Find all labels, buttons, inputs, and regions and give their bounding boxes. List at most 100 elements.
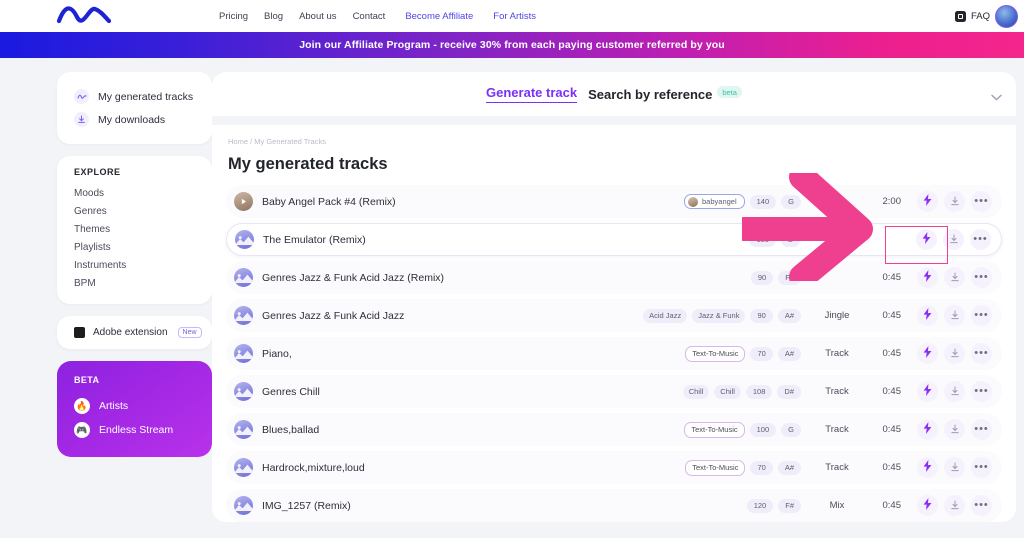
track-duration: 0:45 [882,386,902,397]
track-tag[interactable]: Chill [714,384,741,399]
more-options-button[interactable]: ••• [971,495,992,516]
track-tag[interactable]: 70 [750,460,773,475]
wave-avatar[interactable] [234,268,253,287]
extend-bolt-button[interactable] [917,495,938,516]
track-row[interactable]: The Emulator (Remix) 180 B ••• [226,223,1002,256]
nav-link-contact[interactable]: Contact [353,11,386,22]
extend-bolt-button[interactable] [917,457,938,478]
more-options-button[interactable]: ••• [971,191,992,212]
download-button[interactable] [944,381,965,402]
wave-avatar[interactable] [234,344,253,363]
extend-bolt-button[interactable] [917,191,938,212]
nav-link-pricing[interactable]: Pricing [219,11,248,22]
more-options-button[interactable]: ••• [971,267,992,288]
extend-bolt-button[interactable] [917,305,938,326]
faq-icon[interactable] [954,10,966,22]
track-tag[interactable]: A# [777,346,801,361]
tab-search-by-reference[interactable]: Search by reference [588,87,712,102]
sidebar-item-my-generated-tracks[interactable]: My generated tracks [57,85,212,108]
download-button[interactable] [944,305,965,326]
faq-label[interactable]: FAQ [971,11,990,22]
play-avatar[interactable] [234,192,253,211]
nav-link-become-affiliate[interactable]: Become Affiliate [405,11,473,22]
sidebar-item-bpm[interactable]: BPM [57,274,212,292]
sidebar-item-artists[interactable]: 🔥 Artists [57,394,212,418]
wave-avatar[interactable] [235,230,254,249]
track-tag[interactable]: 70 [750,346,773,361]
sidebar-item-adobe-extension[interactable]: Adobe extension New [57,327,212,338]
sidebar-item-moods[interactable]: Moods [57,184,212,202]
track-tag[interactable]: 90 [750,270,774,285]
download-button[interactable] [944,343,965,364]
track-tag[interactable]: D# [777,384,801,399]
wave-avatar[interactable] [234,382,253,401]
wave-avatar[interactable] [234,420,253,439]
track-row[interactable]: Piano, Text-To-Music 70 A# Track 0:45 ••• [226,337,1002,370]
track-tag[interactable]: 108 [745,384,773,399]
tab-generate-track[interactable]: Generate track [486,85,578,103]
download-button[interactable] [944,457,965,478]
extend-bolt-button[interactable] [916,229,937,250]
sidebar-item-playlists[interactable]: Playlists [57,238,212,256]
track-tag[interactable]: Text-To-Music [685,459,746,476]
track-tag[interactable]: Acid Jazz [643,308,688,323]
more-options-button[interactable]: ••• [971,343,992,364]
track-row[interactable]: Genres Chill Chill Chill 108 D# Track 0:45 ••• [226,375,1002,408]
wave-avatar[interactable] [234,458,253,477]
track-tag[interactable]: Chill [682,384,710,399]
sidebar-item-genres[interactable]: Genres [57,202,212,220]
download-button[interactable] [943,229,964,250]
track-tag[interactable]: G [781,194,801,209]
track-row[interactable]: Baby Angel Pack #4 (Remix) babyangel 140 G 2… [226,185,1002,218]
download-button[interactable] [944,267,965,288]
affiliate-banner[interactable]: Join our Affiliate Program - receive 30%… [0,32,1024,58]
track-tag[interactable]: 90 [750,308,773,323]
sidebar-item-instruments[interactable]: Instruments [57,256,212,274]
beta-badge: beta [717,86,742,98]
nav-link-blog[interactable]: Blog [264,11,283,22]
track-tag[interactable]: 120 [746,498,774,513]
track-row[interactable]: Genres Jazz & Funk Acid Jazz Acid Jazz Jaz… [226,299,1002,332]
track-tag[interactable]: G [781,422,801,437]
extend-bolt-button[interactable] [917,381,938,402]
wave-avatar[interactable] [234,306,253,325]
more-options-button[interactable]: ••• [971,419,992,440]
more-options-button[interactable]: ••• [971,305,992,326]
extend-bolt-button[interactable] [917,343,938,364]
extend-bolt-button[interactable] [917,419,938,440]
track-row[interactable]: Hardrock,mixture,loud Text-To-Music 70 A# Tr… [226,451,1002,484]
sidebar-item-themes[interactable]: Themes [57,220,212,238]
more-options-button[interactable]: ••• [971,457,992,478]
download-button[interactable] [944,191,965,212]
track-tag[interactable]: babyangel [684,194,745,209]
track-row[interactable]: IMG_1257 (Remix) 120 F# Mix 0:45 ••• [226,489,1002,522]
track-tag[interactable]: F# [778,270,801,285]
track-tag[interactable]: Jazz & Funk [692,308,746,323]
content-panel: Home / My Generated Tracks My generated … [212,125,1016,522]
track-tag[interactable]: 180 [749,232,776,247]
user-avatar[interactable] [995,4,1018,28]
chevron-down-icon[interactable] [991,88,1002,106]
track-tag[interactable]: Text-To-Music [684,421,745,438]
more-options-button[interactable]: ••• [970,229,991,250]
track-row[interactable]: Genres Jazz & Funk Acid Jazz (Remix) 90 F#… [226,261,1002,294]
track-tag[interactable]: 100 [749,422,777,437]
breadcrumb[interactable]: Home / My Generated Tracks [226,137,1002,146]
wave-avatar[interactable] [234,496,253,515]
track-tag[interactable]: Text-To-Music [685,345,746,362]
nav-link-about-us[interactable]: About us [299,11,337,22]
download-button[interactable] [944,495,965,516]
track-tag[interactable]: A# [777,460,801,475]
wave-logo[interactable] [56,5,112,27]
sidebar-item-endless-stream[interactable]: 🎮 Endless Stream [57,418,212,442]
track-tag[interactable]: F# [778,498,801,513]
track-tag[interactable]: B [780,232,800,247]
nav-link-for-artists[interactable]: For Artists [493,11,536,22]
track-tag[interactable]: A# [777,308,801,323]
track-tag[interactable]: 140 [749,194,777,209]
track-row[interactable]: Blues,ballad Text-To-Music 100 G Track 0:45 ••… [226,413,1002,446]
extend-bolt-button[interactable] [917,267,938,288]
download-button[interactable] [944,419,965,440]
more-options-button[interactable]: ••• [971,381,992,402]
sidebar-item-my-downloads[interactable]: My downloads [57,108,212,131]
